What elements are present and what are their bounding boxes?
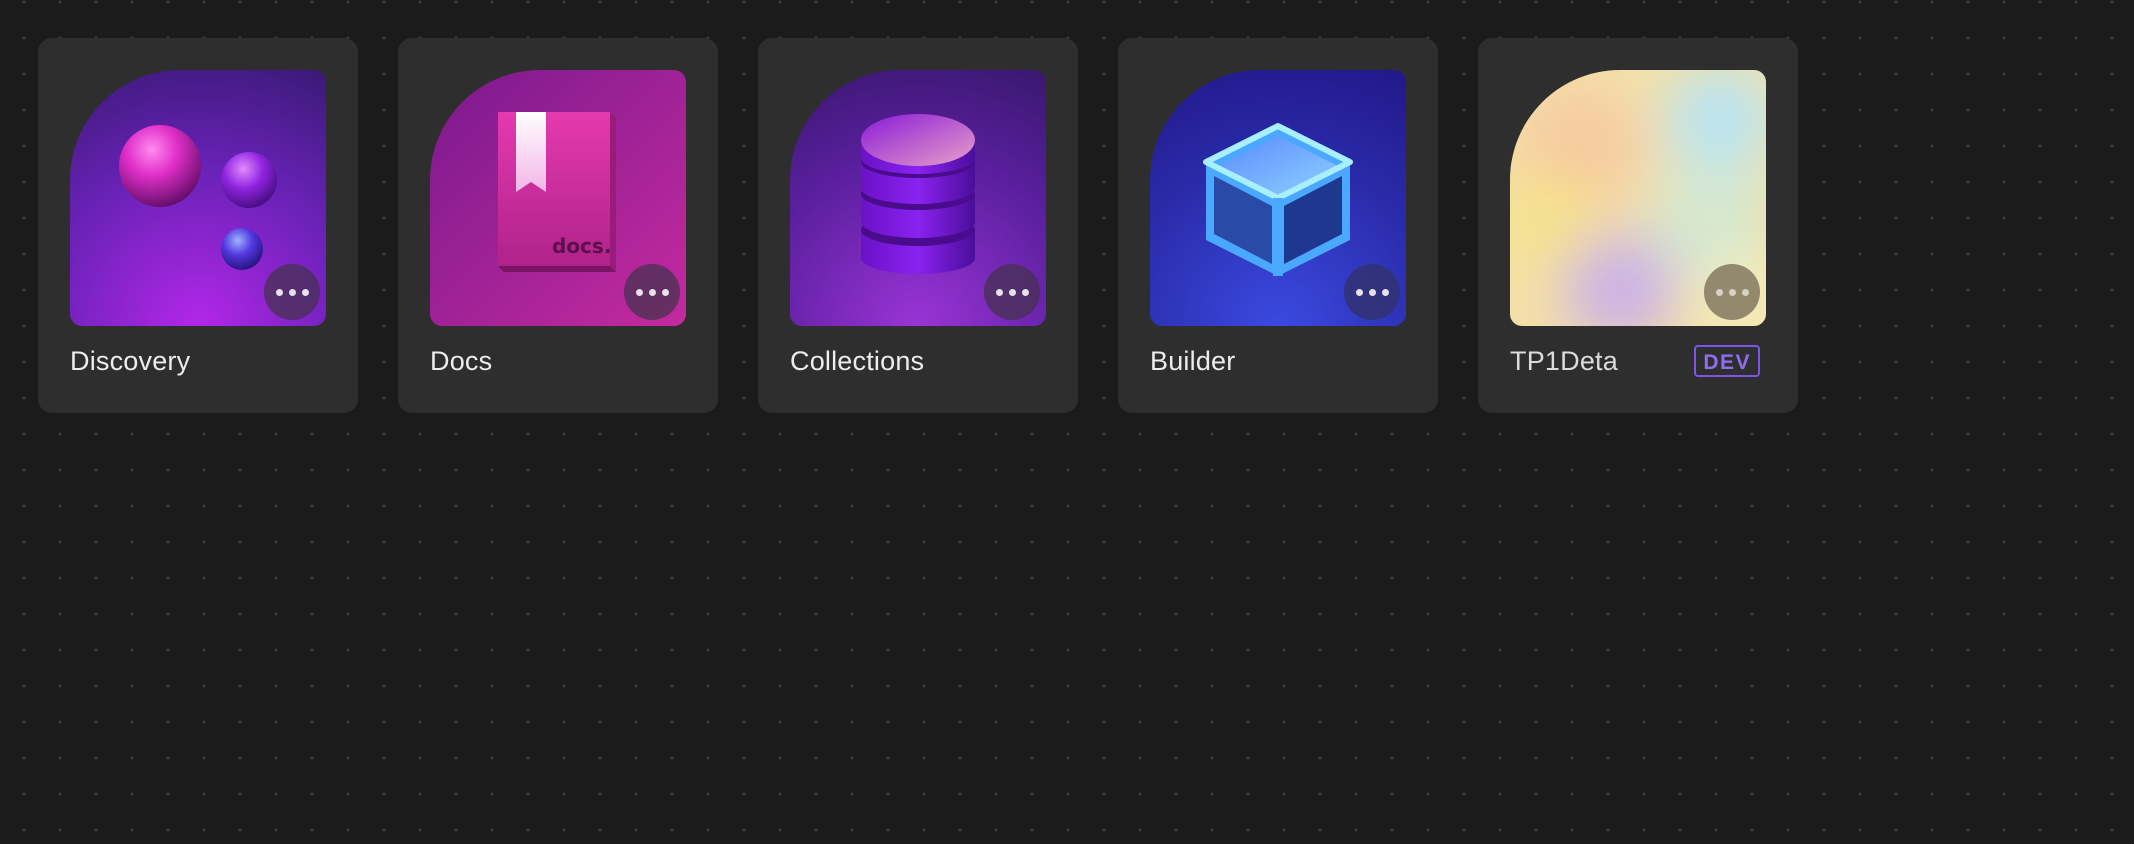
- more-options-icon: [1715, 288, 1723, 296]
- app-grid: Discovery docs. Docs Collections Builder…: [38, 38, 1798, 413]
- app-label: Docs: [430, 346, 493, 376]
- app-card-tp1deta[interactable]: TP1Deta DEV: [1478, 38, 1798, 413]
- more-options-button[interactable]: [1704, 264, 1760, 320]
- app-card-collections[interactable]: Collections: [758, 38, 1078, 413]
- more-options-button[interactable]: [264, 264, 320, 320]
- more-options-icon: [275, 288, 283, 296]
- more-options-icon: [635, 288, 643, 296]
- app-card-discovery[interactable]: Discovery: [38, 38, 358, 413]
- more-options-button[interactable]: [984, 264, 1040, 320]
- app-card-docs[interactable]: docs. Docs: [398, 38, 718, 413]
- app-card-builder[interactable]: Builder: [1118, 38, 1438, 413]
- more-options-button[interactable]: [1344, 264, 1400, 320]
- more-options-icon: [1355, 288, 1363, 296]
- book-icon: docs.: [430, 70, 686, 326]
- gradient-blob-icon: [1510, 70, 1766, 326]
- dev-badge: DEV: [1694, 345, 1760, 377]
- more-options-button[interactable]: [624, 264, 680, 320]
- app-label: Builder: [1150, 346, 1236, 376]
- book-text: docs.: [552, 234, 611, 258]
- more-options-icon: [995, 288, 1003, 296]
- cube-icon: [1150, 70, 1406, 326]
- app-label: Discovery: [70, 346, 191, 376]
- app-label: Collections: [790, 346, 925, 376]
- spheres-icon: [70, 70, 326, 326]
- database-icon: [790, 70, 1046, 326]
- app-label: TP1Deta: [1510, 346, 1618, 376]
